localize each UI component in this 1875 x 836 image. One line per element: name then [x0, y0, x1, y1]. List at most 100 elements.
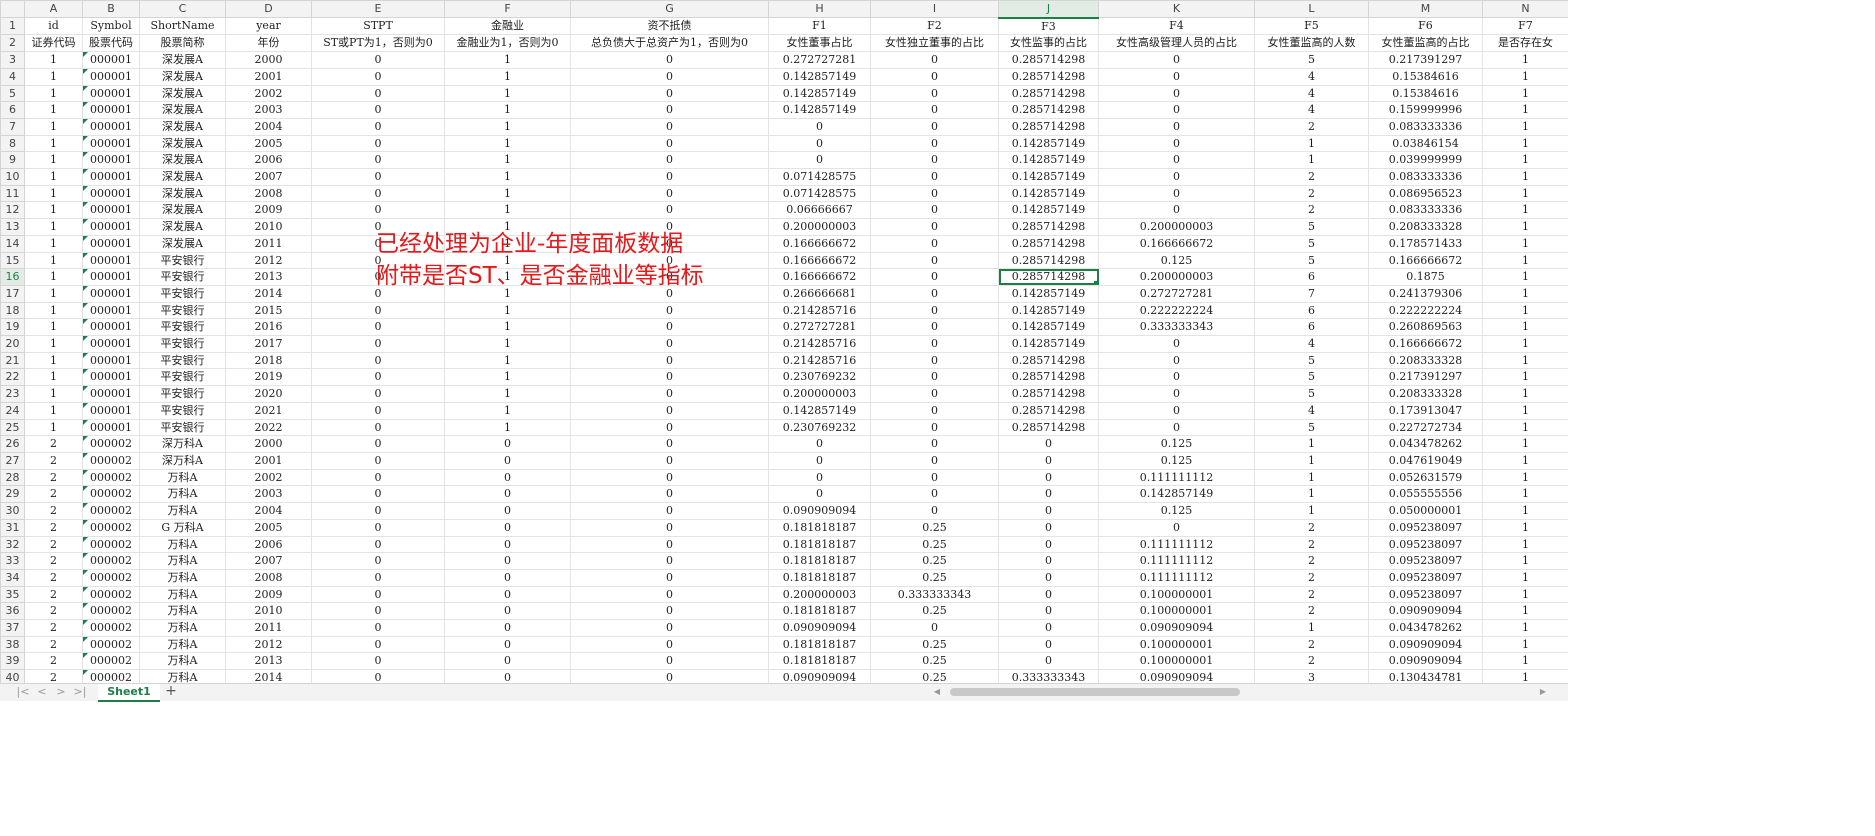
cell-g18[interactable]: 0	[570, 301, 769, 320]
cell-c28[interactable]: 万科A	[139, 468, 226, 487]
cell-c21[interactable]: 平安银行	[139, 351, 226, 370]
cell-h5[interactable]: 0.142857149	[768, 84, 871, 103]
cell-i30[interactable]: 0	[870, 502, 999, 520]
cell-c20[interactable]: 平安银行	[139, 335, 226, 353]
cell-k4[interactable]: 0	[1098, 67, 1255, 86]
cell-e39[interactable]: 0	[311, 652, 445, 671]
cell-i5[interactable]: 0	[870, 84, 999, 103]
cell-l32[interactable]: 2	[1254, 535, 1369, 554]
row-header-19[interactable]: 19	[0, 318, 25, 337]
cell-l38[interactable]: 2	[1254, 635, 1369, 654]
cell-g2[interactable]: 总负债大于总资产为1，否则为0	[570, 34, 769, 53]
cell-c5[interactable]: 深发展A	[139, 84, 226, 103]
row-header-7[interactable]: 7	[0, 117, 25, 136]
cell-j37[interactable]: 0	[998, 619, 1099, 637]
cell-c16[interactable]: 平安银行	[139, 268, 226, 286]
cell-b36[interactable]: 000002	[82, 602, 140, 621]
cell-a11[interactable]: 1	[24, 184, 83, 203]
cell-m38[interactable]: 0.090909094	[1368, 635, 1483, 654]
cell-a4[interactable]: 1	[24, 67, 83, 86]
cell-k3[interactable]: 0	[1098, 51, 1255, 69]
cell-d17[interactable]: 2014	[225, 284, 312, 303]
cell-a29[interactable]: 2	[24, 485, 83, 504]
cell-e38[interactable]: 0	[311, 635, 445, 654]
cell-d35[interactable]: 2009	[225, 585, 312, 604]
cell-m23[interactable]: 0.208333328	[1368, 385, 1483, 403]
cell-f18[interactable]: 1	[444, 301, 571, 320]
cell-j3[interactable]: 0.285714298	[998, 51, 1099, 69]
cell-g34[interactable]: 0	[570, 568, 769, 587]
cell-j26[interactable]: 0	[998, 435, 1099, 453]
cell-n20[interactable]: 1	[1482, 335, 1568, 353]
cell-a2[interactable]: 证券代码	[24, 34, 83, 53]
cell-i4[interactable]: 0	[870, 67, 999, 86]
cell-k29[interactable]: 0.142857149	[1098, 485, 1255, 504]
cell-a6[interactable]: 1	[24, 101, 83, 119]
row-header-28[interactable]: 28	[0, 468, 25, 487]
cell-h11[interactable]: 0.071428575	[768, 184, 871, 203]
cell-e17[interactable]: 0	[311, 284, 445, 303]
cell-d21[interactable]: 2018	[225, 351, 312, 370]
cell-a33[interactable]: 2	[24, 552, 83, 570]
cell-k14[interactable]: 0.166666672	[1098, 234, 1255, 253]
cell-j12[interactable]: 0.142857149	[998, 201, 1099, 220]
cell-d10[interactable]: 2007	[225, 168, 312, 186]
cell-k21[interactable]: 0	[1098, 351, 1255, 370]
cell-c1[interactable]: ShortName	[139, 17, 226, 36]
cell-l7[interactable]: 2	[1254, 117, 1369, 136]
cell-i29[interactable]: 0	[870, 485, 999, 504]
cell-d12[interactable]: 2009	[225, 201, 312, 220]
cell-g19[interactable]: 0	[570, 318, 769, 337]
cell-m19[interactable]: 0.260869563	[1368, 318, 1483, 337]
cell-h33[interactable]: 0.181818187	[768, 552, 871, 570]
cell-n3[interactable]: 1	[1482, 51, 1568, 69]
cell-b30[interactable]: 000002	[82, 502, 140, 520]
cell-l16[interactable]: 6	[1254, 268, 1369, 286]
cell-j17[interactable]: 0.142857149	[998, 284, 1099, 303]
cell-j38[interactable]: 0	[998, 635, 1099, 654]
cell-i36[interactable]: 0.25	[870, 602, 999, 621]
cell-f22[interactable]: 1	[444, 368, 571, 387]
cell-b28[interactable]: 000002	[82, 468, 140, 487]
cell-b17[interactable]: 000001	[82, 284, 140, 303]
cell-i11[interactable]: 0	[870, 184, 999, 203]
cell-d25[interactable]: 2022	[225, 418, 312, 437]
cell-f32[interactable]: 0	[444, 535, 571, 554]
cell-k10[interactable]: 0	[1098, 168, 1255, 186]
cell-b33[interactable]: 000002	[82, 552, 140, 570]
cell-d29[interactable]: 2003	[225, 485, 312, 504]
cell-b9[interactable]: 000001	[82, 151, 140, 170]
cell-k32[interactable]: 0.111111112	[1098, 535, 1255, 554]
cell-b35[interactable]: 000002	[82, 585, 140, 604]
cell-n17[interactable]: 1	[1482, 284, 1568, 303]
cell-g39[interactable]: 0	[570, 652, 769, 671]
cell-c8[interactable]: 深发展A	[139, 134, 226, 153]
row-header-8[interactable]: 8	[0, 134, 25, 153]
cell-j2[interactable]: 女性监事的占比	[998, 34, 1099, 53]
cell-a8[interactable]: 1	[24, 134, 83, 153]
cell-c3[interactable]: 深发展A	[139, 51, 226, 69]
cell-j10[interactable]: 0.142857149	[998, 168, 1099, 186]
cell-d31[interactable]: 2005	[225, 518, 312, 537]
cell-l29[interactable]: 1	[1254, 485, 1369, 504]
cell-j24[interactable]: 0.285714298	[998, 401, 1099, 420]
cell-n38[interactable]: 1	[1482, 635, 1568, 654]
cell-k8[interactable]: 0	[1098, 134, 1255, 153]
row-header-13[interactable]: 13	[0, 218, 25, 236]
cell-g30[interactable]: 0	[570, 502, 769, 520]
scrollbar-thumb[interactable]	[950, 688, 1240, 696]
cell-c40[interactable]: 万科A	[139, 669, 226, 683]
cell-m13[interactable]: 0.208333328	[1368, 218, 1483, 236]
cell-j20[interactable]: 0.142857149	[998, 335, 1099, 353]
cell-j32[interactable]: 0	[998, 535, 1099, 554]
row-header-35[interactable]: 35	[0, 585, 25, 604]
cell-e23[interactable]: 0	[311, 385, 445, 403]
cell-e14[interactable]: 0	[311, 234, 445, 253]
cell-l37[interactable]: 1	[1254, 619, 1369, 637]
cell-f25[interactable]: 1	[444, 418, 571, 437]
cell-f9[interactable]: 1	[444, 151, 571, 170]
cell-b34[interactable]: 000002	[82, 568, 140, 587]
cell-b40[interactable]: 000002	[82, 669, 140, 683]
cell-b16[interactable]: 000001	[82, 268, 140, 286]
cell-e21[interactable]: 0	[311, 351, 445, 370]
